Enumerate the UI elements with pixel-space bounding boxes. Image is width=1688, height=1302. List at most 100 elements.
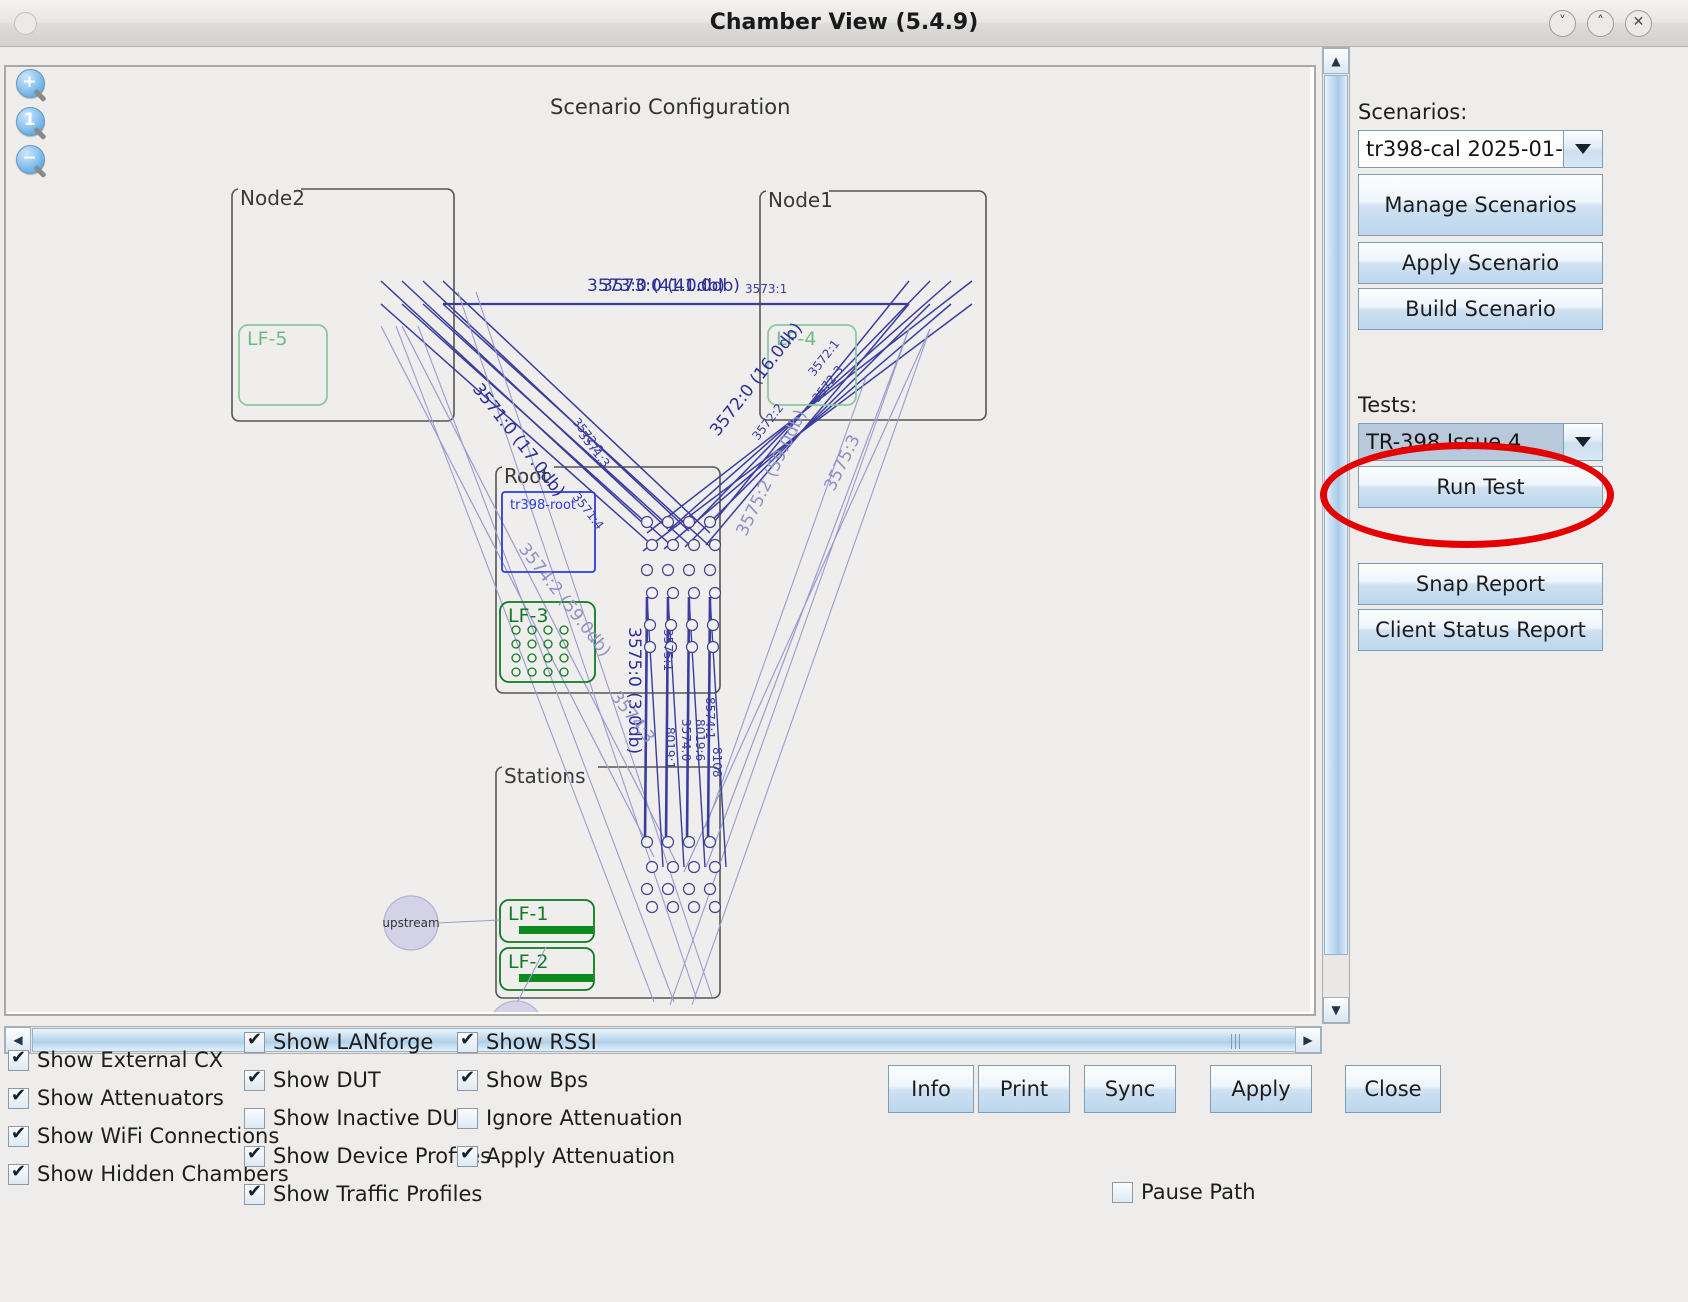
checkbox-box[interactable] <box>457 1107 478 1129</box>
scroll-up-button[interactable]: ▲ <box>1323 48 1349 74</box>
info-button[interactable]: Info <box>888 1065 974 1113</box>
canvas-vertical-scrollbar[interactable]: ▲ ▼ <box>1322 47 1350 1024</box>
vertical-scroll-thumb[interactable] <box>1324 75 1348 955</box>
endpoint-upstream[interactable]: upstream <box>382 895 440 951</box>
zoom-out-icon[interactable]: − <box>16 145 52 181</box>
run-test-button[interactable]: Run Test <box>1358 466 1603 508</box>
zoom-in-icon[interactable]: + <box>16 69 52 105</box>
apply-button[interactable]: Apply <box>1210 1065 1312 1113</box>
option-show-attenuators[interactable]: Show Attenuators <box>8 1085 224 1110</box>
checkbox-box[interactable] <box>8 1085 29 1109</box>
scenario-select[interactable]: tr398-cal 2025-01-24 <box>1358 130 1603 168</box>
port-node[interactable] <box>640 882 654 896</box>
print-button[interactable]: Print <box>978 1065 1070 1113</box>
checkbox-box[interactable] <box>244 1107 265 1129</box>
chamber-node2[interactable]: Node2 <box>231 186 455 422</box>
port-node[interactable] <box>666 538 680 552</box>
checkbox-box[interactable] <box>244 1181 265 1205</box>
port-node[interactable] <box>708 900 722 914</box>
endpoint-sta-auto[interactable]: STA-AUTO <box>486 1000 546 1012</box>
chamber-diagram[interactable]: Node2 Node1 Root Stations LF-5 LF-4 tr398-root… <box>6 67 1310 1012</box>
port-node[interactable] <box>643 618 657 632</box>
checkbox-box[interactable] <box>457 1143 478 1167</box>
port-node[interactable] <box>682 563 696 577</box>
close-button[interactable]: Close <box>1345 1065 1441 1113</box>
port-node[interactable] <box>640 835 654 849</box>
port-node[interactable] <box>661 515 675 529</box>
port-node[interactable] <box>661 835 675 849</box>
port-node[interactable] <box>703 515 717 529</box>
port-node[interactable] <box>640 515 654 529</box>
option-show-inactive-dut[interactable]: Show Inactive DUT <box>244 1106 471 1130</box>
checkbox-box[interactable] <box>8 1123 29 1147</box>
pause-path-box[interactable] <box>1112 1181 1133 1203</box>
port-node[interactable] <box>703 882 717 896</box>
port-node[interactable] <box>645 538 659 552</box>
port-node[interactable] <box>645 860 659 874</box>
checkbox-box[interactable] <box>8 1161 29 1185</box>
minimize-button[interactable]: ˅ <box>1549 10 1576 37</box>
apply-scenario-button[interactable]: Apply Scenario <box>1358 242 1603 284</box>
option-show-rssi[interactable]: Show RSSI <box>457 1029 597 1054</box>
checkbox-box[interactable] <box>244 1143 265 1167</box>
port-node[interactable] <box>706 640 720 654</box>
snap-report-button[interactable]: Snap Report <box>1358 563 1603 605</box>
port-node[interactable] <box>685 640 699 654</box>
chamber-diagram-svg[interactable]: Node2 Node1RootStationsLF-5 LF-4tr398-root… <box>6 67 1310 1012</box>
port-node[interactable] <box>682 882 696 896</box>
port-node[interactable] <box>666 860 680 874</box>
port-node[interactable] <box>706 618 720 632</box>
scenario-canvas-panel: Scenario Configuration Node2 Node1 Root Sta… <box>4 47 1322 1024</box>
option-apply-attenuation[interactable]: Apply Attenuation <box>457 1143 675 1168</box>
option-show-device-profiles[interactable]: Show Device Profiles <box>244 1143 491 1168</box>
maximize-button[interactable]: ˄ <box>1587 10 1614 37</box>
option-show-external-cx[interactable]: Show External CX <box>8 1047 223 1072</box>
port-node[interactable] <box>708 586 722 600</box>
option-show-traffic-profiles[interactable]: Show Traffic Profiles <box>244 1181 482 1206</box>
chevron-down-icon[interactable] <box>1563 131 1602 167</box>
port-node[interactable] <box>687 586 701 600</box>
port-node[interactable] <box>643 640 657 654</box>
scroll-down-button[interactable]: ▼ <box>1323 997 1349 1023</box>
port-node[interactable] <box>687 860 701 874</box>
checkbox-box[interactable] <box>8 1047 29 1071</box>
port-node[interactable] <box>708 860 722 874</box>
zoom-actual-icon[interactable]: 1 <box>16 107 52 143</box>
port-node[interactable] <box>685 618 699 632</box>
checkbox-box[interactable] <box>244 1029 265 1053</box>
option-show-wifi-connections[interactable]: Show WiFi Connections <box>8 1123 279 1148</box>
option-show-lanforge[interactable]: Show LANforge <box>244 1029 433 1054</box>
port-node[interactable] <box>661 563 675 577</box>
port-node[interactable] <box>682 515 696 529</box>
device-lf-5[interactable]: LF-5 <box>238 324 328 406</box>
port-node[interactable] <box>708 538 722 552</box>
port-node[interactable] <box>703 835 717 849</box>
port-node[interactable] <box>645 900 659 914</box>
chevron-down-icon-tests[interactable] <box>1563 424 1602 460</box>
port-node[interactable] <box>687 900 701 914</box>
pause-path-checkbox[interactable]: Pause Path <box>1112 1180 1256 1204</box>
port-node[interactable] <box>703 563 717 577</box>
client-status-report-button[interactable]: Client Status Report <box>1358 609 1603 651</box>
option-ignore-attenuation[interactable]: Ignore Attenuation <box>457 1106 683 1130</box>
checkbox-box[interactable] <box>244 1067 265 1091</box>
option-show-bps[interactable]: Show Bps <box>457 1067 588 1092</box>
port-node[interactable] <box>645 586 659 600</box>
checkbox-box[interactable] <box>457 1067 478 1091</box>
port-node[interactable] <box>687 538 701 552</box>
checkbox-box[interactable] <box>457 1029 478 1053</box>
build-scenario-button[interactable]: Build Scenario <box>1358 288 1603 330</box>
port-node[interactable] <box>640 563 654 577</box>
port-node[interactable] <box>666 900 680 914</box>
port-node[interactable] <box>661 882 675 896</box>
sync-button[interactable]: Sync <box>1084 1065 1176 1113</box>
scroll-right-button[interactable]: ▶ <box>1295 1027 1321 1053</box>
close-window-button[interactable]: ✕ <box>1625 10 1652 37</box>
device-lf-2[interactable]: LF-2 <box>499 947 595 991</box>
test-select[interactable]: TR-398 Issue 4 <box>1358 423 1603 461</box>
manage-scenarios-button[interactable]: Manage Scenarios <box>1358 174 1603 236</box>
device-lf-1[interactable]: LF-1 <box>499 899 595 943</box>
option-show-dut[interactable]: Show DUT <box>244 1067 381 1092</box>
port-node[interactable] <box>666 586 680 600</box>
port-node[interactable] <box>682 835 696 849</box>
